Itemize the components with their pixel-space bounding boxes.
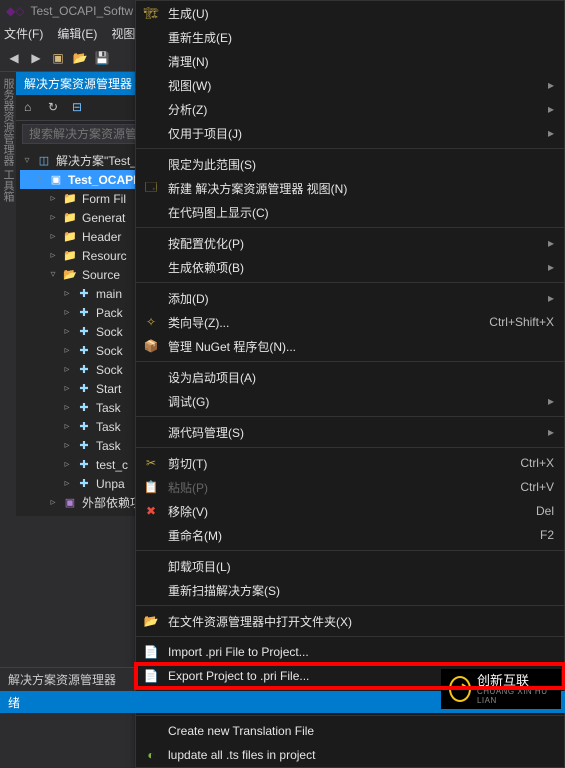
nuget-icon: 📦 xyxy=(140,338,162,354)
save-icon[interactable]: 💾 xyxy=(94,50,110,66)
left-toolstrip[interactable]: 服务器资源管理器 工具箱 xyxy=(0,72,16,282)
ctx-lupdate[interactable]: ◐lupdate all .ts files in project xyxy=(136,743,564,767)
open-icon[interactable]: 📂 xyxy=(72,50,88,66)
remove-icon: ✖ xyxy=(140,503,162,519)
forward-icon[interactable]: ▶ xyxy=(28,50,44,66)
new-icon[interactable]: ▣ xyxy=(50,50,66,66)
ctx-export-pri[interactable]: 📄Export Project to .pri File... xyxy=(136,664,564,688)
submenu-arrow-icon: ▸ xyxy=(548,260,554,274)
ctx-clean[interactable]: 清理(N) xyxy=(136,49,564,73)
ctx-startup[interactable]: 设为启动项目(A) xyxy=(136,365,564,389)
folder-icon: 📁 xyxy=(62,230,78,244)
status-text: 绪 xyxy=(8,694,20,711)
ctx-rebuild[interactable]: 重新生成(E) xyxy=(136,25,564,49)
window-title: Test_OCAPI_Softw xyxy=(30,4,133,18)
import-icon: 📄 xyxy=(140,644,162,660)
cpp-icon: ✚ xyxy=(76,363,92,377)
ctx-build[interactable]: 🏗生成(U) xyxy=(136,1,564,25)
submenu-arrow-icon: ▸ xyxy=(548,236,554,250)
ctx-unload[interactable]: 卸载项目(L) xyxy=(136,554,564,578)
explorer-icon: 🗔 xyxy=(140,180,162,196)
submenu-arrow-icon: ▸ xyxy=(548,425,554,439)
vs-icon: ◆◇ xyxy=(6,4,24,18)
submenu-arrow-icon: ▸ xyxy=(548,78,554,92)
solution-icon: ◫ xyxy=(36,154,52,168)
ctx-paste: 📋粘贴(P)Ctrl+V xyxy=(136,475,564,499)
separator xyxy=(136,447,564,448)
separator xyxy=(136,550,564,551)
collapse-icon[interactable]: ⊟ xyxy=(72,100,88,116)
cpp-icon: ✚ xyxy=(76,325,92,339)
separator xyxy=(136,361,564,362)
ctx-debug[interactable]: 调试(G)▸ xyxy=(136,389,564,413)
ctx-open-folder[interactable]: 📂在文件资源管理器中打开文件夹(X) xyxy=(136,609,564,633)
ctx-project-only[interactable]: 仅用于项目(J)▸ xyxy=(136,121,564,145)
submenu-arrow-icon: ▸ xyxy=(548,102,554,116)
ctx-cut[interactable]: ✂剪切(T)Ctrl+X xyxy=(136,451,564,475)
ctx-analyze[interactable]: 分析(Z)▸ xyxy=(136,97,564,121)
folder-icon: 📁 xyxy=(62,192,78,206)
cpp-icon: ✚ xyxy=(76,306,92,320)
ctx-optimize[interactable]: 按配置优化(P)▸ xyxy=(136,231,564,255)
submenu-arrow-icon: ▸ xyxy=(548,291,554,305)
ctx-rename[interactable]: 重命名(M)F2 xyxy=(136,523,564,547)
cut-icon: ✂ xyxy=(140,455,162,471)
cpp-icon: ✚ xyxy=(76,344,92,358)
folder-open-icon: 📂 xyxy=(140,613,162,629)
ctx-view[interactable]: 视图(W)▸ xyxy=(136,73,564,97)
ctx-dependencies[interactable]: 生成依赖项(B)▸ xyxy=(136,255,564,279)
cpp-icon: ✚ xyxy=(76,401,92,415)
logo-subtext: CHUANG XIN HU LIAN xyxy=(477,687,553,705)
wizard-icon: ✧ xyxy=(140,314,162,330)
menu-file[interactable]: 文件(F) xyxy=(4,25,43,42)
separator xyxy=(136,227,564,228)
build-icon: 🏗 xyxy=(140,5,162,21)
ctx-rescan[interactable]: 重新扫描解决方案(S) xyxy=(136,578,564,602)
paste-icon: 📋 xyxy=(140,479,162,495)
cpp-icon: ✚ xyxy=(76,382,92,396)
ctx-class-wizard[interactable]: ✧类向导(Z)...Ctrl+Shift+X xyxy=(136,310,564,334)
menu-view[interactable]: 视图 xyxy=(111,25,135,42)
folder-icon: 📂 xyxy=(62,268,78,282)
ctx-codemap[interactable]: 在代码图上显示(C) xyxy=(136,200,564,224)
ctx-scope[interactable]: 限定为此范围(S) xyxy=(136,152,564,176)
project-icon: ▣ xyxy=(48,173,64,187)
ctx-remove[interactable]: ✖移除(V)Del xyxy=(136,499,564,523)
lupdate-icon: ◐ xyxy=(140,747,162,763)
context-menu: 🏗生成(U) 重新生成(E) 清理(N) 视图(W)▸ 分析(Z)▸ 仅用于项目… xyxy=(135,0,565,768)
ctx-create-translation[interactable]: Create new Translation File xyxy=(136,719,564,743)
export-icon: 📄 xyxy=(140,668,162,684)
separator xyxy=(136,605,564,606)
home-icon[interactable]: ⌂ xyxy=(24,100,40,116)
cpp-icon: ✚ xyxy=(76,287,92,301)
ref-icon: ▣ xyxy=(62,496,78,510)
separator xyxy=(136,282,564,283)
cpp-icon: ✚ xyxy=(76,477,92,491)
submenu-arrow-icon: ▸ xyxy=(548,394,554,408)
folder-icon: 📁 xyxy=(62,249,78,263)
panel-tab[interactable]: 解决方案资源管理器 xyxy=(0,667,135,691)
cpp-icon: ✚ xyxy=(76,420,92,434)
separator xyxy=(136,148,564,149)
folder-icon: 📁 xyxy=(62,211,78,225)
cpp-icon: ✚ xyxy=(76,458,92,472)
ctx-source-control[interactable]: 源代码管理(S)▸ xyxy=(136,420,564,444)
submenu-arrow-icon: ▸ xyxy=(548,126,554,140)
ctx-add[interactable]: 添加(D)▸ xyxy=(136,286,564,310)
sync-icon[interactable]: ↻ xyxy=(48,100,64,116)
back-icon[interactable]: ◀ xyxy=(6,50,22,66)
ctx-nuget[interactable]: 📦管理 NuGet 程序包(N)... xyxy=(136,334,564,358)
ctx-import-pri[interactable]: 📄Import .pri File to Project... xyxy=(136,640,564,664)
separator xyxy=(136,715,564,716)
menu-edit[interactable]: 编辑(E) xyxy=(57,25,97,42)
ctx-new-explorer[interactable]: 🗔新建 解决方案资源管理器 视图(N) xyxy=(136,176,564,200)
separator xyxy=(136,416,564,417)
cpp-icon: ✚ xyxy=(76,439,92,453)
separator xyxy=(136,636,564,637)
